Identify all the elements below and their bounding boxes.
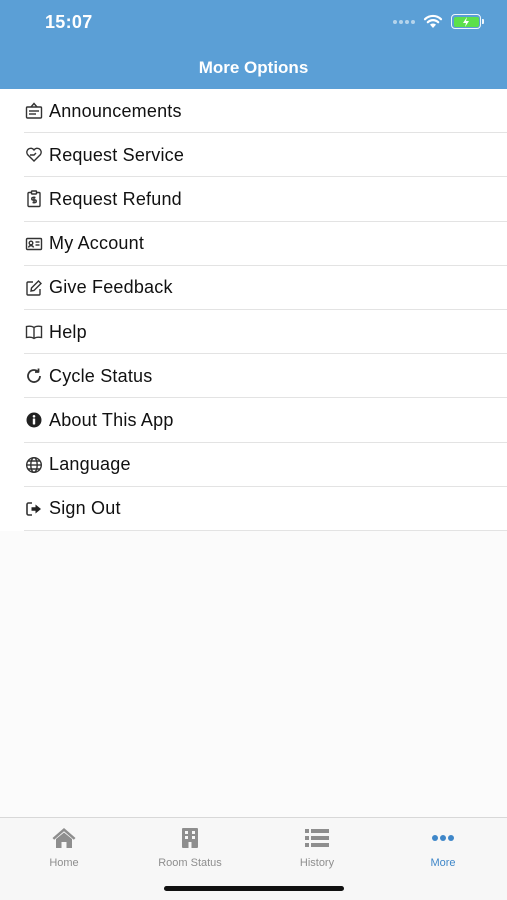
tab-more[interactable]: More — [380, 826, 506, 872]
menu-item-announcements[interactable]: Announcements — [0, 89, 507, 134]
menu-item-label: Cycle Status — [49, 365, 153, 386]
book-icon — [24, 322, 44, 342]
menu-item-label: Request Service — [49, 144, 185, 165]
announcement-icon — [24, 101, 44, 121]
menu-item-label: About This App — [49, 409, 174, 430]
tab-room-status[interactable]: Room Status — [127, 826, 253, 872]
home-icon — [1, 826, 127, 850]
menu-item-my-account[interactable]: My Account — [0, 222, 507, 266]
tab-label: Home — [49, 857, 79, 869]
menu-item-label: Announcements — [49, 100, 182, 121]
more-dots-icon — [380, 826, 506, 850]
menu-item-sign-out[interactable]: Sign Out — [0, 487, 507, 532]
tab-label: More — [430, 857, 456, 869]
service-icon — [24, 145, 44, 165]
wifi-icon — [423, 14, 443, 28]
menu-item-label: Request Refund — [49, 188, 182, 209]
battery-icon — [451, 14, 484, 29]
menu-item-label: Language — [49, 454, 131, 475]
edit-icon — [24, 278, 44, 298]
sign-out-icon — [24, 499, 44, 519]
menu-item-give-feedback[interactable]: Give Feedback — [0, 266, 507, 311]
list-icon — [254, 826, 380, 850]
tab-history[interactable]: History — [254, 826, 380, 872]
info-icon — [24, 410, 44, 430]
options-list: Announcements Request Service Request Re… — [0, 89, 507, 532]
home-indicator — [164, 886, 344, 891]
tab-home[interactable]: Home — [1, 826, 127, 872]
menu-item-label: My Account — [49, 233, 145, 254]
refund-icon — [24, 189, 44, 209]
building-icon — [127, 826, 253, 850]
account-card-icon — [24, 234, 44, 254]
status-time: 15:07 — [45, 12, 93, 32]
menu-item-label: Help — [49, 321, 87, 342]
tab-label: History — [299, 857, 335, 869]
menu-item-cycle-status[interactable]: Cycle Status — [0, 354, 507, 399]
menu-item-label: Give Feedback — [49, 277, 173, 298]
navigation-header: 15:07 More Options — [0, 0, 507, 89]
menu-item-language[interactable]: Language — [0, 443, 507, 487]
menu-item-request-refund[interactable]: Request Refund — [0, 177, 507, 222]
page-title: More Options — [198, 58, 309, 77]
globe-icon — [24, 455, 44, 475]
refresh-icon — [24, 366, 44, 386]
status-icons — [393, 14, 484, 29]
tab-label: Room Status — [158, 857, 222, 869]
menu-item-label: Sign Out — [49, 498, 121, 519]
menu-item-request-service[interactable]: Request Service — [0, 133, 507, 178]
signal-icon — [393, 19, 415, 24]
menu-item-help[interactable]: Help — [0, 310, 507, 355]
menu-item-about-this-app[interactable]: About This App — [0, 398, 507, 443]
